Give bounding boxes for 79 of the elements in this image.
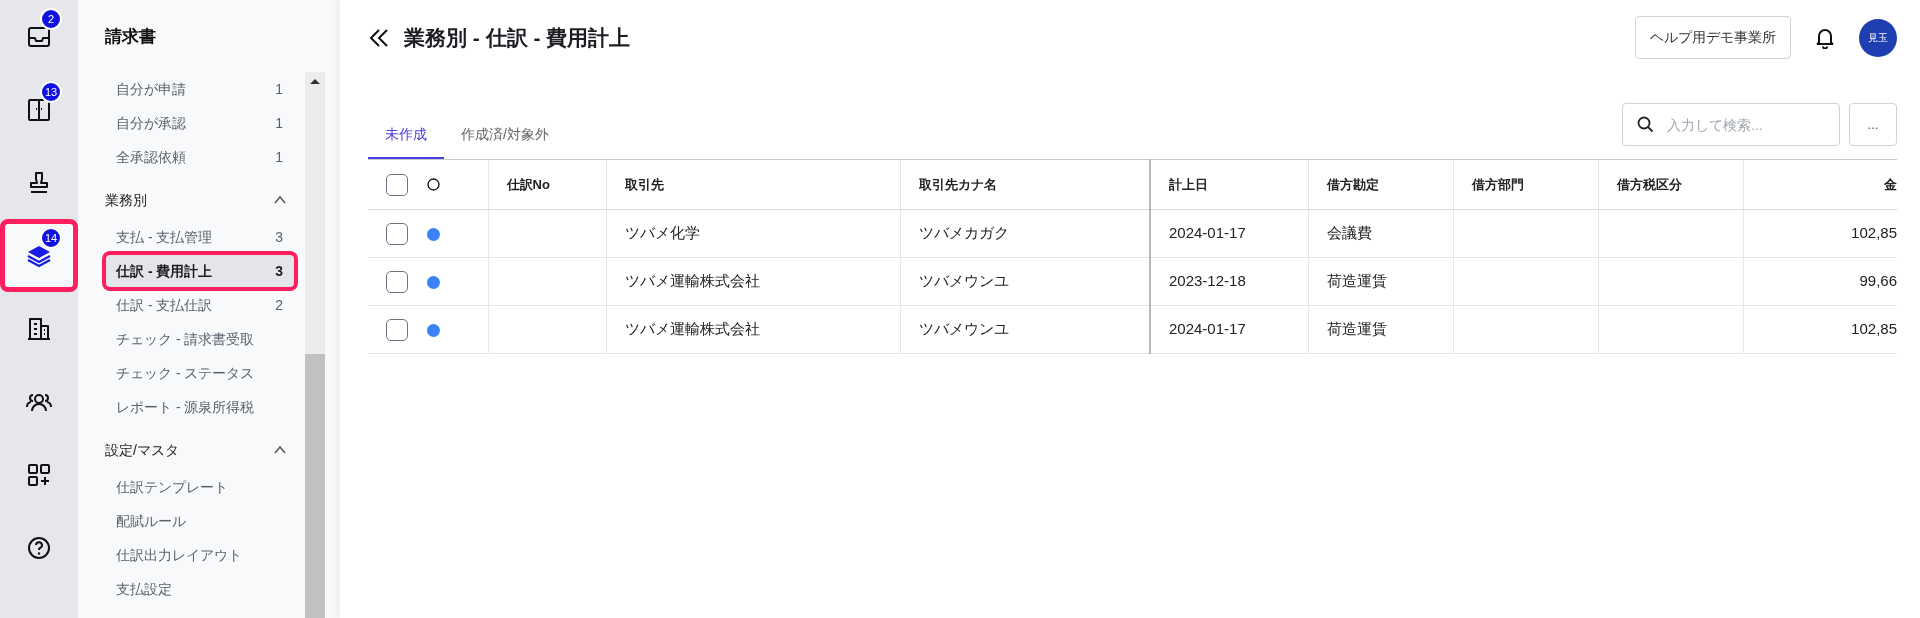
item-label: レポート - 源泉所得税 (116, 397, 255, 417)
item-label: 全承認依頼 (116, 147, 186, 167)
collapse-icon[interactable] (368, 26, 390, 49)
table-cell: 2024-01-17 (1169, 224, 1246, 242)
item-count: 2 (275, 295, 283, 315)
table-cell: 荷造運賃 (1326, 272, 1387, 290)
sidebar-item[interactable]: 自分が承認 1 (105, 106, 295, 140)
checkbox[interactable] (386, 223, 408, 245)
sidebar-item[interactable]: 仕訳出力レイアウト (105, 538, 295, 572)
item-count: 1 (275, 113, 283, 133)
item-label: 仕訳 - 費用計上 (116, 261, 213, 281)
column-header: 借方部門 (1453, 159, 1598, 210)
count-badge: 2 (40, 8, 62, 30)
table-cell: 会議費 (1326, 224, 1372, 242)
table-cell: 99,66 (1859, 272, 1897, 290)
search-field[interactable]: 入力して検索... (1622, 103, 1840, 146)
item-label: 仕訳テンプレート (116, 477, 228, 497)
nav-item[interactable]: 13 (0, 73, 78, 146)
count-badge: 14 (40, 227, 63, 249)
item-count: 1 (275, 79, 283, 99)
item-label: 自分が承認 (116, 113, 186, 133)
scrollbar[interactable] (305, 72, 325, 618)
status-circle-icon (427, 178, 440, 191)
sidebar-item[interactable]: レポート - 源泉所得税 (105, 390, 295, 424)
table-cell: ツバメウンユ (918, 320, 1009, 338)
table-cell: 102,85 (1851, 320, 1897, 338)
sidebar-item[interactable]: 支払設定 (105, 572, 295, 606)
table-cell: 荷造運賃 (1326, 320, 1387, 338)
item-label: 仕訳 - 支払仕訳 (116, 295, 213, 315)
sidebar-item[interactable]: チェック - 請求書受取 (105, 322, 295, 356)
item-label: 配賦ルール (116, 511, 186, 531)
table-cell: ツバメウンユ (918, 272, 1009, 290)
item-label: 支払設定 (116, 579, 172, 599)
column-header: 仕訳No (488, 159, 606, 210)
item-label: 支払 - 支払管理 (116, 227, 213, 247)
item-label: 仕訳出力レイアウト (116, 545, 242, 565)
table-cell: ツバメカガク (918, 224, 1009, 242)
sidebar-item[interactable]: 仕訳 - 支払仕訳 2 (105, 288, 295, 322)
checkbox[interactable] (386, 173, 408, 196)
section-heading: 設定/マスタ (105, 440, 179, 460)
sidebar-item[interactable]: 仕訳 - 費用計上 3 (105, 254, 295, 288)
checkbox[interactable] (386, 271, 408, 293)
table-cell: ツバメ運輸株式会社 (624, 272, 760, 290)
sidebar-item[interactable]: チェック - ステータス (105, 356, 295, 390)
column-header: 金 (1743, 159, 1897, 210)
more-button[interactable]: ... (1849, 103, 1897, 146)
sidebar-item[interactable]: 全承認依頼 1 (105, 140, 295, 174)
tab[interactable]: 未作成 (368, 124, 444, 159)
item-count: 3 (275, 261, 283, 281)
count-badge: 13 (40, 81, 63, 103)
column-header: 取引先 (606, 159, 900, 210)
item-label: 自分が申請 (116, 79, 186, 99)
checkbox[interactable] (386, 319, 408, 341)
table-cell: 102,85 (1851, 224, 1897, 242)
column-header: 借方勘定 (1308, 159, 1453, 210)
tab[interactable]: 作成済/対象外 (444, 124, 566, 159)
nav-item[interactable]: 2 (0, 0, 78, 73)
table-cell: ツバメ化学 (624, 224, 700, 242)
office-button[interactable]: ヘルプ用デモ事業所 (1635, 16, 1791, 59)
sidebar-item[interactable]: 仕訳テンプレート (105, 470, 295, 504)
table-cell: 2023-12-18 (1169, 272, 1246, 290)
item-label: チェック - ステータス (116, 363, 255, 383)
item-label: チェック - 請求書受取 (116, 329, 255, 349)
column-header: 借方税区分 (1598, 159, 1743, 210)
notification-icon[interactable] (1815, 26, 1835, 49)
sidebar-title: 請求書 (104, 26, 157, 48)
sidebar-item[interactable]: 配賦ルール (105, 504, 295, 538)
sidebar-item[interactable]: 支払 - 支払管理 3 (105, 220, 295, 254)
column-header: 取引先カナ名 (900, 159, 1150, 210)
sidebar-item[interactable]: 自分が申請 1 (105, 72, 295, 106)
table-cell: ツバメ運輸株式会社 (624, 320, 760, 338)
nav-item[interactable]: 14 (0, 219, 78, 292)
column-header: 計上日 (1150, 159, 1308, 210)
item-count: 3 (275, 227, 283, 247)
page-title: 業務別 - 仕訳 - 費用計上 (404, 24, 631, 51)
section-heading: 業務別 (105, 190, 147, 210)
item-count: 1 (275, 147, 283, 167)
table-cell: 2024-01-17 (1169, 320, 1246, 338)
user-avatar[interactable]: 見玉 (1859, 18, 1897, 57)
